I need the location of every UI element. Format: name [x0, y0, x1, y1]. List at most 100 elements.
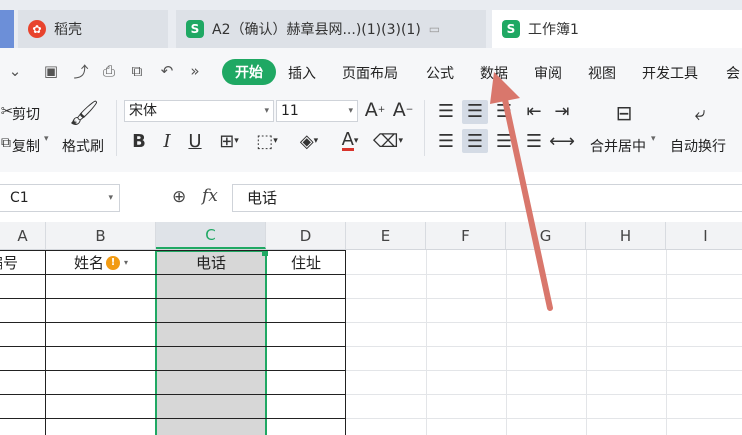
align-left-icon[interactable]: ☰: [434, 130, 458, 152]
save-icon[interactable]: ▣: [42, 62, 60, 80]
underline-button[interactable]: U: [184, 128, 206, 154]
align-middle-icon[interactable]: ☰: [462, 100, 488, 122]
tab-label: 稻壳: [54, 22, 82, 38]
col-header-f[interactable]: F: [426, 222, 506, 249]
ribbon-divider: [116, 100, 117, 156]
monitor-icon: ▭: [428, 22, 441, 36]
bold-button[interactable]: B: [128, 128, 150, 154]
font-name-value: 宋体: [129, 103, 157, 119]
font-color-icon[interactable]: A ▾: [334, 128, 366, 154]
col-header-e[interactable]: E: [346, 222, 426, 249]
col-header-g[interactable]: G: [506, 222, 586, 249]
table-border: [0, 370, 346, 371]
tab-bar: ✿ 稻壳 S A2（确认）赫章县网...)(1)(3)(1) ▭ S 工作簿1: [0, 0, 742, 48]
gridline: [666, 250, 667, 435]
sheet-grid[interactable]: [0, 250, 742, 435]
spreadsheet-logo-icon: S: [502, 20, 520, 38]
cut-button[interactable]: 剪切: [12, 104, 40, 124]
col-header-i[interactable]: I: [666, 222, 742, 249]
col-header-c[interactable]: C: [156, 222, 266, 249]
ribbon: ✂ 剪切 ⧉ 复制 ▾ 🖌 格式刷 宋体 ▾ 11 ▾ A + A − B I U …: [0, 94, 742, 173]
font-size-value: 11: [281, 103, 299, 119]
increase-font-icon[interactable]: A +: [364, 98, 386, 122]
zoom-search-icon[interactable]: ⊕: [172, 187, 186, 207]
fill-color-icon[interactable]: ⬚ ▾: [252, 128, 282, 154]
increase-indent-icon[interactable]: ⇥: [550, 100, 574, 122]
tab-workbook-a2[interactable]: S A2（确认）赫章县网...)(1)(3)(1) ▭: [176, 10, 486, 48]
cell-c1[interactable]: 电话: [157, 251, 265, 274]
italic-button[interactable]: I: [156, 128, 178, 154]
format-painter-button[interactable]: 格式刷: [62, 136, 104, 156]
export-icon[interactable]: ⤴: [72, 62, 90, 81]
merge-center-button[interactable]: 合并居中: [590, 136, 646, 156]
decrease-font-icon[interactable]: A −: [392, 98, 414, 122]
gridline: [586, 250, 587, 435]
chevron-down-icon[interactable]: ▾: [108, 185, 113, 211]
col-header-h[interactable]: H: [586, 222, 666, 249]
menu-review[interactable]: 审阅: [534, 63, 562, 83]
justify-icon[interactable]: ☰: [522, 130, 546, 152]
menu-bar: ⌄ ▣ ⤴ ⎙ ⧉ ↶ » 开始 插入 页面布局 公式 数据 审阅 视图 开发工…: [0, 48, 742, 94]
filter-dropdown-icon[interactable]: ▾: [124, 258, 128, 267]
tab-workbook-1[interactable]: S 工作簿1: [492, 10, 742, 48]
menu-developer[interactable]: 开发工具: [642, 63, 698, 83]
wrap-text-icon[interactable]: ⤶: [684, 100, 716, 126]
align-bottom-icon[interactable]: ☰: [492, 100, 516, 122]
col-header-a[interactable]: A: [0, 222, 46, 249]
cell-a1[interactable]: 编号: [0, 251, 45, 274]
home-tab-edge[interactable]: [0, 10, 14, 48]
gridline: [506, 250, 507, 435]
cell-b1[interactable]: 姓名 ! ▾: [46, 251, 156, 274]
copy-dropdown-icon[interactable]: ▾: [44, 134, 49, 144]
print-preview-icon[interactable]: ⧉: [128, 62, 146, 80]
col-header-d[interactable]: D: [266, 222, 346, 249]
table-border: [345, 250, 346, 435]
menu-formulas[interactable]: 公式: [426, 63, 454, 83]
align-top-icon[interactable]: ☰: [434, 100, 458, 122]
fx-icon[interactable]: fx: [202, 186, 218, 206]
format-painter-icon: 🖌: [68, 99, 100, 127]
print-icon[interactable]: ⎙: [100, 62, 118, 80]
wrap-text-button[interactable]: 自动换行: [670, 136, 726, 156]
tab-label: A2（确认）赫章县网...)(1)(3)(1): [212, 22, 421, 38]
cell-b1-text: 姓名: [73, 254, 104, 272]
column-header-row: A B C D E F G H I: [0, 222, 742, 250]
eraser-icon[interactable]: ⌫ ▾: [372, 128, 404, 154]
menu-insert[interactable]: 插入: [288, 63, 316, 83]
merge-cells-icon[interactable]: ⊟: [608, 100, 640, 126]
menu-page-layout[interactable]: 页面布局: [342, 63, 398, 83]
chevron-down-icon: ▾: [348, 106, 353, 116]
font-name-select[interactable]: 宋体 ▾: [124, 100, 274, 122]
copy-button[interactable]: 复制: [12, 136, 40, 156]
tab-label: 工作簿1: [528, 22, 579, 38]
merge-dropdown-icon[interactable]: ▾: [651, 134, 656, 144]
formula-input[interactable]: 电话: [232, 184, 742, 212]
copy-icon: ⧉: [1, 135, 11, 151]
more-icon[interactable]: »: [186, 62, 204, 80]
undo-icon[interactable]: ↶: [158, 62, 176, 80]
table-border: [0, 322, 346, 323]
paint-bucket-icon[interactable]: ◈ ▾: [292, 128, 326, 154]
table-border: [45, 250, 46, 435]
decrease-indent-icon[interactable]: ⇤: [522, 100, 546, 122]
distribute-icon[interactable]: ⟷: [549, 130, 575, 152]
align-center-icon[interactable]: ☰: [462, 130, 488, 152]
cell-d1[interactable]: 住址: [266, 251, 346, 274]
warning-icon[interactable]: !: [106, 255, 120, 270]
tab-docer[interactable]: ✿ 稻壳: [18, 10, 168, 48]
menu-view[interactable]: 视图: [588, 63, 616, 83]
selected-column-c[interactable]: [155, 250, 267, 435]
table-border: [0, 418, 346, 419]
menu-member[interactable]: 会: [726, 63, 740, 83]
align-right-icon[interactable]: ☰: [492, 130, 516, 152]
table-border: [0, 346, 346, 347]
border-icon[interactable]: ⊞ ▾: [214, 128, 244, 154]
spreadsheet-logo-icon: S: [186, 20, 204, 38]
chevron-down-icon[interactable]: ⌄: [6, 62, 24, 80]
font-size-select[interactable]: 11 ▾: [276, 100, 358, 122]
gridline: [426, 250, 427, 435]
menu-data[interactable]: 数据: [480, 63, 508, 83]
col-header-b[interactable]: B: [46, 222, 156, 249]
name-box[interactable]: C1 ▾: [0, 184, 120, 212]
menu-start[interactable]: 开始: [222, 59, 276, 85]
